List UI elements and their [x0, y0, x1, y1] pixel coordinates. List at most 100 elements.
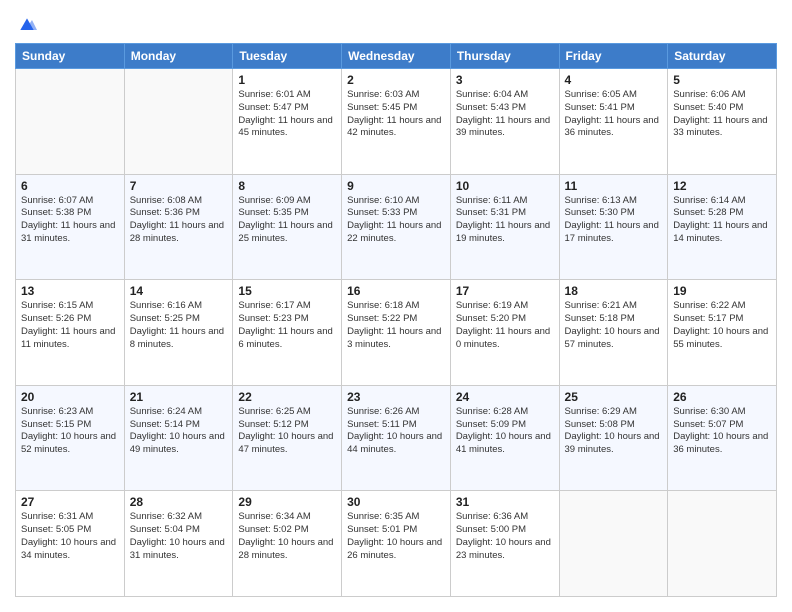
day-info: Sunrise: 6:28 AMSunset: 5:09 PMDaylight:…	[456, 406, 554, 457]
day-number: 23	[347, 390, 445, 404]
day-cell: 6 Sunrise: 6:07 AMSunset: 5:38 PMDaylight…	[16, 174, 125, 280]
weekday-header-monday: Monday	[124, 44, 233, 69]
week-row-2: 6 Sunrise: 6:07 AMSunset: 5:38 PMDaylight…	[16, 174, 777, 280]
day-number: 13	[21, 284, 119, 298]
header	[15, 15, 777, 35]
day-info: Sunrise: 6:06 AMSunset: 5:40 PMDaylight:…	[673, 89, 771, 140]
day-cell: 19 Sunrise: 6:22 AMSunset: 5:17 PMDayligh…	[668, 280, 777, 386]
day-number: 28	[130, 495, 228, 509]
day-cell: 5 Sunrise: 6:06 AMSunset: 5:40 PMDaylight…	[668, 69, 777, 175]
day-number: 9	[347, 179, 445, 193]
day-cell: 17 Sunrise: 6:19 AMSunset: 5:20 PMDayligh…	[450, 280, 559, 386]
day-number: 16	[347, 284, 445, 298]
weekday-header-saturday: Saturday	[668, 44, 777, 69]
day-cell: 3 Sunrise: 6:04 AMSunset: 5:43 PMDaylight…	[450, 69, 559, 175]
day-number: 22	[238, 390, 336, 404]
day-info: Sunrise: 6:19 AMSunset: 5:20 PMDaylight:…	[456, 300, 554, 351]
day-number: 8	[238, 179, 336, 193]
day-number: 17	[456, 284, 554, 298]
day-info: Sunrise: 6:10 AMSunset: 5:33 PMDaylight:…	[347, 195, 445, 246]
day-number: 10	[456, 179, 554, 193]
day-cell	[124, 69, 233, 175]
day-info: Sunrise: 6:32 AMSunset: 5:04 PMDaylight:…	[130, 511, 228, 562]
page: SundayMondayTuesdayWednesdayThursdayFrid…	[0, 0, 792, 612]
day-number: 3	[456, 73, 554, 87]
day-cell: 25 Sunrise: 6:29 AMSunset: 5:08 PMDayligh…	[559, 385, 668, 491]
day-info: Sunrise: 6:15 AMSunset: 5:26 PMDaylight:…	[21, 300, 119, 351]
day-info: Sunrise: 6:23 AMSunset: 5:15 PMDaylight:…	[21, 406, 119, 457]
day-info: Sunrise: 6:35 AMSunset: 5:01 PMDaylight:…	[347, 511, 445, 562]
day-info: Sunrise: 6:05 AMSunset: 5:41 PMDaylight:…	[565, 89, 663, 140]
day-info: Sunrise: 6:01 AMSunset: 5:47 PMDaylight:…	[238, 89, 336, 140]
day-number: 19	[673, 284, 771, 298]
day-cell: 30 Sunrise: 6:35 AMSunset: 5:01 PMDayligh…	[342, 491, 451, 597]
day-number: 4	[565, 73, 663, 87]
day-cell: 15 Sunrise: 6:17 AMSunset: 5:23 PMDayligh…	[233, 280, 342, 386]
day-number: 30	[347, 495, 445, 509]
day-cell: 2 Sunrise: 6:03 AMSunset: 5:45 PMDaylight…	[342, 69, 451, 175]
logo-icon	[17, 15, 37, 35]
day-info: Sunrise: 6:36 AMSunset: 5:00 PMDaylight:…	[456, 511, 554, 562]
day-cell: 28 Sunrise: 6:32 AMSunset: 5:04 PMDayligh…	[124, 491, 233, 597]
day-cell: 29 Sunrise: 6:34 AMSunset: 5:02 PMDayligh…	[233, 491, 342, 597]
day-number: 5	[673, 73, 771, 87]
day-info: Sunrise: 6:17 AMSunset: 5:23 PMDaylight:…	[238, 300, 336, 351]
day-number: 14	[130, 284, 228, 298]
day-info: Sunrise: 6:16 AMSunset: 5:25 PMDaylight:…	[130, 300, 228, 351]
day-number: 20	[21, 390, 119, 404]
day-cell: 13 Sunrise: 6:15 AMSunset: 5:26 PMDayligh…	[16, 280, 125, 386]
weekday-header-row: SundayMondayTuesdayWednesdayThursdayFrid…	[16, 44, 777, 69]
day-info: Sunrise: 6:03 AMSunset: 5:45 PMDaylight:…	[347, 89, 445, 140]
day-info: Sunrise: 6:31 AMSunset: 5:05 PMDaylight:…	[21, 511, 119, 562]
day-info: Sunrise: 6:07 AMSunset: 5:38 PMDaylight:…	[21, 195, 119, 246]
day-number: 15	[238, 284, 336, 298]
day-number: 6	[21, 179, 119, 193]
day-info: Sunrise: 6:13 AMSunset: 5:30 PMDaylight:…	[565, 195, 663, 246]
day-info: Sunrise: 6:24 AMSunset: 5:14 PMDaylight:…	[130, 406, 228, 457]
day-cell	[16, 69, 125, 175]
day-cell	[668, 491, 777, 597]
day-cell: 24 Sunrise: 6:28 AMSunset: 5:09 PMDayligh…	[450, 385, 559, 491]
week-row-1: 1Sunrise: 6:01 AMSunset: 5:47 PMDaylight…	[16, 69, 777, 175]
day-info: Sunrise: 6:04 AMSunset: 5:43 PMDaylight:…	[456, 89, 554, 140]
day-cell: 10 Sunrise: 6:11 AMSunset: 5:31 PMDayligh…	[450, 174, 559, 280]
day-cell	[559, 491, 668, 597]
day-number: 24	[456, 390, 554, 404]
logo	[15, 15, 37, 35]
weekday-header-tuesday: Tuesday	[233, 44, 342, 69]
day-cell: 22 Sunrise: 6:25 AMSunset: 5:12 PMDayligh…	[233, 385, 342, 491]
day-info: Sunrise: 6:09 AMSunset: 5:35 PMDaylight:…	[238, 195, 336, 246]
day-number: 18	[565, 284, 663, 298]
day-info: Sunrise: 6:26 AMSunset: 5:11 PMDaylight:…	[347, 406, 445, 457]
day-cell: 21Sunrise: 6:24 AMSunset: 5:14 PMDayligh…	[124, 385, 233, 491]
day-info: Sunrise: 6:29 AMSunset: 5:08 PMDaylight:…	[565, 406, 663, 457]
day-info: Sunrise: 6:21 AMSunset: 5:18 PMDaylight:…	[565, 300, 663, 351]
weekday-header-wednesday: Wednesday	[342, 44, 451, 69]
day-cell: 7 Sunrise: 6:08 AMSunset: 5:36 PMDaylight…	[124, 174, 233, 280]
day-info: Sunrise: 6:22 AMSunset: 5:17 PMDaylight:…	[673, 300, 771, 351]
day-info: Sunrise: 6:08 AMSunset: 5:36 PMDaylight:…	[130, 195, 228, 246]
day-info: Sunrise: 6:11 AMSunset: 5:31 PMDaylight:…	[456, 195, 554, 246]
day-cell: 23 Sunrise: 6:26 AMSunset: 5:11 PMDayligh…	[342, 385, 451, 491]
day-info: Sunrise: 6:34 AMSunset: 5:02 PMDaylight:…	[238, 511, 336, 562]
week-row-3: 13 Sunrise: 6:15 AMSunset: 5:26 PMDayligh…	[16, 280, 777, 386]
day-cell: 31Sunrise: 6:36 AMSunset: 5:00 PMDayligh…	[450, 491, 559, 597]
day-number: 27	[21, 495, 119, 509]
day-info: Sunrise: 6:25 AMSunset: 5:12 PMDaylight:…	[238, 406, 336, 457]
day-number: 12	[673, 179, 771, 193]
day-cell: 16Sunrise: 6:18 AMSunset: 5:22 PMDayligh…	[342, 280, 451, 386]
day-number: 2	[347, 73, 445, 87]
day-number: 11	[565, 179, 663, 193]
day-cell: 8 Sunrise: 6:09 AMSunset: 5:35 PMDaylight…	[233, 174, 342, 280]
day-number: 29	[238, 495, 336, 509]
day-number: 26	[673, 390, 771, 404]
day-cell: 26Sunrise: 6:30 AMSunset: 5:07 PMDayligh…	[668, 385, 777, 491]
day-cell: 9 Sunrise: 6:10 AMSunset: 5:33 PMDaylight…	[342, 174, 451, 280]
calendar-table: SundayMondayTuesdayWednesdayThursdayFrid…	[15, 43, 777, 597]
day-cell: 18 Sunrise: 6:21 AMSunset: 5:18 PMDayligh…	[559, 280, 668, 386]
day-info: Sunrise: 6:14 AMSunset: 5:28 PMDaylight:…	[673, 195, 771, 246]
day-number: 25	[565, 390, 663, 404]
week-row-5: 27 Sunrise: 6:31 AMSunset: 5:05 PMDayligh…	[16, 491, 777, 597]
day-number: 7	[130, 179, 228, 193]
weekday-header-sunday: Sunday	[16, 44, 125, 69]
